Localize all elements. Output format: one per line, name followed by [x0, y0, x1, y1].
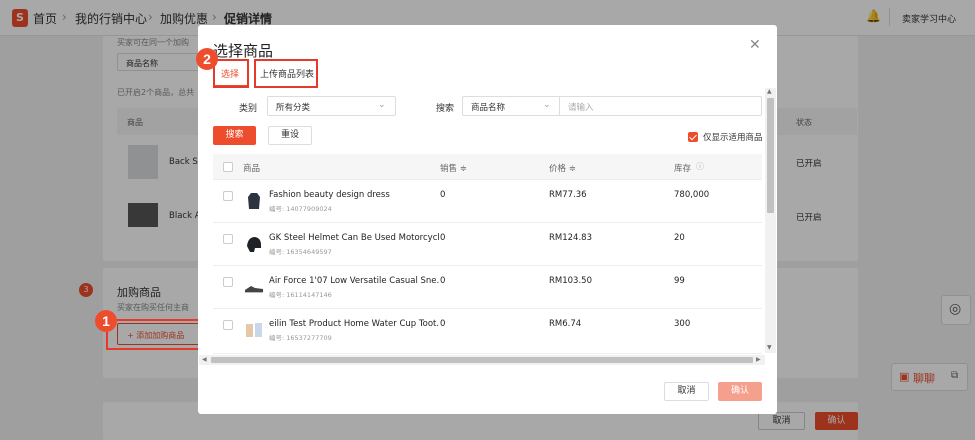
product-price: RM77.36: [549, 190, 587, 200]
table-row[interactable]: Air Force 1'07 Low Versatile Casual Sne.…: [213, 266, 762, 309]
scroll-up-arrow-icon[interactable]: ▲: [767, 88, 772, 95]
search-field-select[interactable]: 商品名称 ⌄: [462, 96, 560, 116]
table-row[interactable]: Fashion beauty design dress 编号: 14077909…: [213, 180, 762, 223]
product-thumbnail: [248, 193, 260, 209]
scroll-right-arrow-icon[interactable]: ▶: [756, 356, 761, 363]
highlight-box-tab-upload: [254, 59, 318, 88]
step-marker-1: 1: [95, 310, 117, 332]
highlight-box-tab-select: [213, 59, 249, 88]
row-checkbox[interactable]: [223, 277, 233, 287]
horizontal-scrollbar-thumb[interactable]: [211, 357, 753, 363]
product-stock: 99: [674, 276, 685, 286]
product-id: 编号: 14077909024: [269, 205, 332, 213]
modal-cancel-button[interactable]: 取消: [664, 382, 709, 401]
product-id: 编号: 16537277709: [269, 334, 332, 342]
product-stock: 20: [674, 233, 685, 243]
step-marker-2: 2: [196, 48, 218, 70]
product-sales: 0: [440, 276, 446, 286]
product-price: RM103.50: [549, 276, 592, 286]
product-id: 编号: 16114147146: [269, 291, 332, 299]
product-sales: 0: [440, 319, 446, 329]
search-button[interactable]: 搜索: [213, 126, 256, 145]
product-thumbnail: [245, 286, 263, 293]
scroll-down-arrow-icon[interactable]: ▼: [767, 344, 772, 351]
row-checkbox[interactable]: [223, 320, 233, 330]
product-name: eilin Test Product Home Water Cup Toot..…: [269, 319, 439, 329]
col-sales-sortable[interactable]: 销售 ≑: [440, 162, 467, 174]
only-applicable-label: 仅显示适用商品: [703, 133, 763, 143]
row-checkbox[interactable]: [223, 234, 233, 244]
product-sales: 0: [440, 233, 446, 243]
scroll-left-arrow-icon[interactable]: ◀: [202, 356, 207, 363]
product-thumbnail: [246, 323, 262, 337]
modal-title: 选择商品: [213, 42, 274, 60]
col-price-sortable[interactable]: 价格 ≑: [549, 162, 576, 174]
close-icon[interactable]: ✕: [749, 37, 761, 53]
col-stock: 库存: [674, 164, 692, 174]
search-input[interactable]: 请输入: [559, 96, 762, 116]
search-label: 搜索: [436, 104, 455, 114]
vertical-scrollbar-thumb[interactable]: [767, 98, 774, 213]
product-price: RM6.74: [549, 319, 582, 329]
product-id: 编号: 16354649597: [269, 248, 332, 256]
highlight-box-add-button: [106, 319, 203, 350]
only-applicable-checkbox[interactable]: [688, 132, 698, 142]
horizontal-scrollbar[interactable]: ◀ ▶: [199, 355, 765, 365]
product-sales: 0: [440, 190, 446, 200]
row-checkbox[interactable]: [223, 191, 233, 201]
table-row[interactable]: eilin Test Product Home Water Cup Toot..…: [213, 309, 762, 354]
product-thumbnail: [247, 237, 261, 252]
col-product: 商品: [243, 164, 261, 174]
category-select-value: 所有分类: [276, 103, 311, 113]
reset-button[interactable]: 重设: [268, 126, 312, 145]
table-row[interactable]: GK Steel Helmet Can Be Used Motorcycl...…: [213, 223, 762, 266]
help-circle-icon[interactable]: ⓘ: [696, 161, 704, 172]
product-name: Fashion beauty design dress: [269, 190, 390, 200]
product-name: Air Force 1'07 Low Versatile Casual Sne.…: [269, 276, 439, 286]
product-price: RM124.83: [549, 233, 592, 243]
chevron-down-icon: ⌄: [543, 100, 551, 110]
chevron-down-icon: ⌄: [378, 100, 386, 110]
category-select[interactable]: 所有分类 ⌄: [267, 96, 396, 116]
select-all-checkbox[interactable]: [223, 162, 233, 172]
product-name: GK Steel Helmet Can Be Used Motorcycl...: [269, 233, 439, 243]
product-stock: 780,000: [674, 190, 710, 200]
vertical-scrollbar[interactable]: ▲ ▼: [765, 88, 776, 353]
modal-table-header: 商品 销售 ≑ 价格 ≑ 库存 ⓘ: [213, 154, 762, 180]
category-label: 类别: [239, 104, 258, 114]
search-input-placeholder: 请输入: [568, 103, 594, 113]
product-stock: 300: [674, 319, 691, 329]
modal-confirm-button[interactable]: 确认: [718, 382, 762, 401]
search-field-value: 商品名称: [471, 103, 506, 113]
